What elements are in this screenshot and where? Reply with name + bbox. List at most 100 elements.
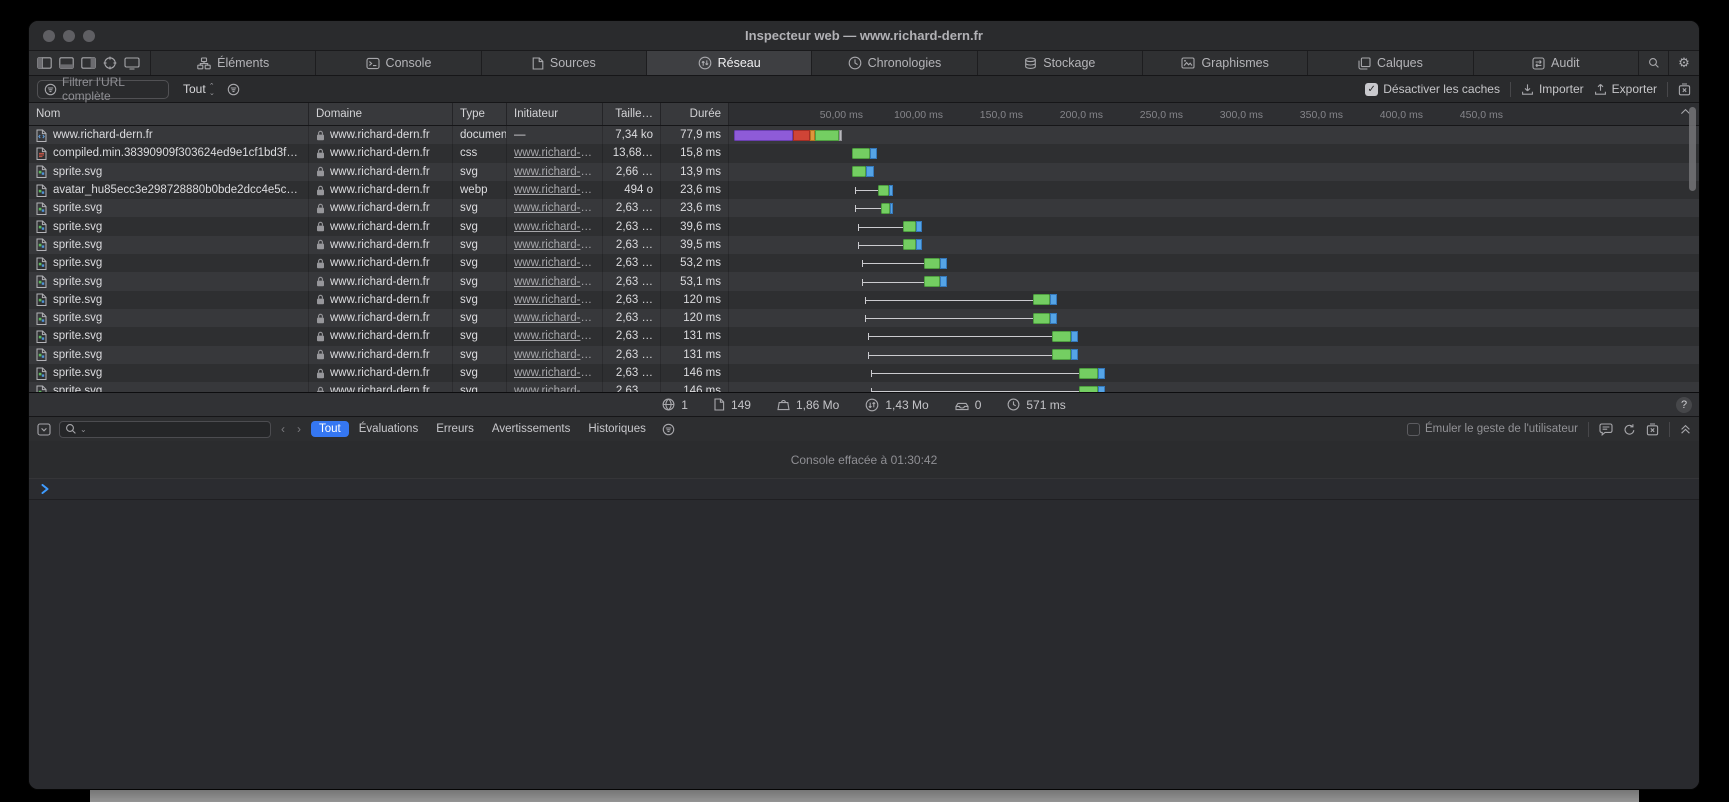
initiator-link[interactable]: www.richard-d… (514, 312, 595, 324)
table-row[interactable]: sprite.svgwww.richard-dern.frsvgwww.rich… (29, 254, 1699, 272)
lock-icon (316, 313, 325, 324)
tab-stockage[interactable]: Stockage (978, 51, 1143, 75)
initiator-link[interactable]: www.richard-d… (514, 239, 595, 251)
column-header-4[interactable]: Taille… (603, 103, 661, 125)
initiator-link[interactable]: www.richard-d… (514, 257, 595, 269)
filter-options-button[interactable] (227, 83, 240, 96)
column-header-1[interactable]: Domaine (309, 103, 453, 125)
emulate-user-gesture-checkbox[interactable]: Émuler le geste de l'utilisateur (1407, 423, 1578, 436)
console-filter-evaluations[interactable]: Évaluations (351, 421, 426, 437)
cell-waterfall (729, 217, 1699, 235)
status-items: 11491,86 Mo1,43 Mo0571 ms (662, 398, 1065, 412)
image-file-icon (36, 202, 47, 215)
console-filter-erreurs[interactable]: Erreurs (428, 421, 482, 437)
waterfall-segment-green (881, 203, 891, 214)
device-icon[interactable] (124, 57, 140, 70)
console-filter-avertissements[interactable]: Avertissements (484, 421, 578, 437)
table-row[interactable]: sprite.svgwww.richard-dern.frsvgwww.rich… (29, 382, 1699, 392)
table-row[interactable]: sprite.svgwww.richard-dern.frsvgwww.rich… (29, 346, 1699, 364)
console-prompt-row[interactable] (29, 479, 1699, 500)
search-button[interactable] (1639, 51, 1669, 75)
tab-calques[interactable]: Calques (1308, 51, 1473, 75)
console-messages-button[interactable] (1599, 423, 1613, 436)
dock-right[interactable] (81, 57, 96, 69)
column-header-2[interactable]: Type (453, 103, 507, 125)
request-domain: www.richard-dern.fr (330, 257, 430, 269)
tab-console[interactable]: Console (316, 51, 481, 75)
initiator-link[interactable]: www.richard-d… (514, 349, 595, 361)
url-filter-input[interactable]: Filtrer l'URL complète (37, 80, 169, 99)
initiator-link[interactable]: www.richard-d… (514, 294, 595, 306)
table-row[interactable]: sprite.svgwww.richard-dern.frsvgwww.rich… (29, 364, 1699, 382)
console-filter-historiques[interactable]: Historiques (580, 421, 654, 437)
cell-waterfall (729, 382, 1699, 392)
table-row[interactable]: www.richard-dern.frwww.richard-dern.frdo… (29, 126, 1699, 144)
table-row[interactable]: sprite.svgwww.richard-dern.frsvgwww.rich… (29, 309, 1699, 327)
initiator-link[interactable]: www.richard-d… (514, 166, 595, 178)
table-row[interactable]: avatar_hu85ecc3e298728880b0bde2dcc4e5c23… (29, 181, 1699, 199)
css-file-icon (36, 147, 47, 160)
chevron-updown-icon: ⌃⌃ (209, 85, 215, 93)
table-row[interactable]: sprite.svgwww.richard-dern.frsvgwww.rich… (29, 291, 1699, 309)
previous-result-button[interactable]: ‹ (279, 422, 287, 436)
console-search-input[interactable]: ⌄ (59, 421, 271, 438)
table-row[interactable]: sprite.svgwww.richard-dern.frsvgwww.rich… (29, 327, 1699, 345)
tab-audit[interactable]: Audit (1474, 51, 1639, 75)
vertical-scrollbar[interactable] (1689, 107, 1696, 191)
next-result-button[interactable]: › (295, 422, 303, 436)
image-file-icon (36, 367, 47, 380)
resource-scope-dropdown[interactable]: Tout ⌃⌃ (183, 82, 215, 96)
reload-button[interactable] (1623, 423, 1636, 436)
waterfall-segment-green (852, 166, 866, 177)
table-row[interactable]: compiled.min.38390909f303624ed9e1cf1bd3f… (29, 144, 1699, 162)
export-button[interactable]: Exporter (1594, 82, 1657, 96)
console-filter-options-button[interactable] (662, 423, 675, 436)
table-row[interactable]: sprite.svgwww.richard-dern.frsvgwww.rich… (29, 163, 1699, 181)
console-filters: ToutÉvaluationsErreursAvertissementsHist… (311, 421, 654, 437)
cell-name: avatar_hu85ecc3e298728880b0bde2dcc4e5c23… (29, 181, 309, 199)
zoom-window-button[interactable] (83, 30, 95, 42)
tab-sources[interactable]: Sources (482, 51, 647, 75)
minimize-window-button[interactable] (63, 30, 75, 42)
dock-left[interactable] (37, 57, 52, 69)
initiator-link[interactable]: www.richard-d… (514, 276, 595, 288)
settings-button[interactable]: ⚙ (1669, 51, 1699, 75)
target-icon[interactable] (103, 56, 117, 70)
column-header-3[interactable]: Initiateur (507, 103, 603, 125)
cell-duration: 120 ms (661, 291, 729, 309)
column-header-5[interactable]: Durée (661, 103, 729, 125)
cell-initiator: www.richard-d… (507, 291, 603, 309)
table-row[interactable]: sprite.svgwww.richard-dern.frsvgwww.rich… (29, 199, 1699, 217)
initiator-link[interactable]: www.richard-d… (514, 385, 595, 392)
table-row[interactable]: sprite.svgwww.richard-dern.frsvgwww.rich… (29, 272, 1699, 290)
tab-elements[interactable]: Éléments (151, 51, 316, 75)
tab-chronologies[interactable]: Chronologies (812, 51, 977, 75)
help-button[interactable]: ? (1676, 397, 1692, 413)
clear-network-button[interactable] (1678, 83, 1691, 96)
console-filter-tout[interactable]: Tout (311, 421, 349, 437)
table-row[interactable]: sprite.svgwww.richard-dern.frsvgwww.rich… (29, 217, 1699, 235)
cell-initiator: www.richard-d… (507, 199, 603, 217)
initiator-link[interactable]: www.richard-d… (514, 367, 595, 379)
import-button[interactable]: Importer (1521, 82, 1584, 96)
column-header-0[interactable]: Nom (29, 103, 309, 125)
table-row[interactable]: sprite.svgwww.richard-dern.frsvgwww.rich… (29, 236, 1699, 254)
initiator-link[interactable]: www.richard-d… (514, 330, 595, 342)
cell-waterfall (729, 254, 1699, 272)
expand-console-button[interactable] (1680, 423, 1691, 435)
console-scope-icon[interactable] (37, 423, 51, 436)
close-window-button[interactable] (43, 30, 55, 42)
tab-graphismes[interactable]: Graphismes (1143, 51, 1308, 75)
cell-type: svg (453, 199, 507, 217)
console-toolbar: ⌄ ‹ › ToutÉvaluationsErreursAvertissemen… (29, 416, 1699, 441)
clear-console-button[interactable] (1646, 423, 1659, 436)
initiator-link[interactable]: www.richard-d… (514, 202, 595, 214)
cell-waterfall (729, 291, 1699, 309)
initiator-link[interactable]: www.richard-d… (514, 184, 595, 196)
initiator-link[interactable]: www.richard-d… (514, 221, 595, 233)
waterfall-start-tick (868, 352, 869, 359)
dock-bottom[interactable] (59, 57, 74, 69)
tab-reseau[interactable]: Réseau (647, 51, 812, 75)
disable-caches-checkbox[interactable]: ✓ Désactiver les caches (1365, 82, 1500, 96)
initiator-link[interactable]: www.richard-d… (514, 147, 595, 159)
